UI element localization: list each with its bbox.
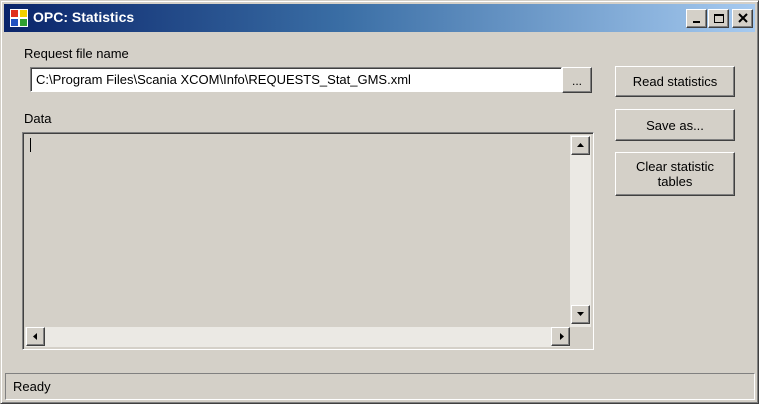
vertical-scrollbar[interactable] [570,135,591,327]
close-icon [738,13,748,23]
maximize-button[interactable] [708,9,729,28]
close-button[interactable] [732,9,753,28]
clear-statistic-tables-label: Clear statistic tables [635,159,715,189]
request-file-label: Request file name [24,46,129,61]
minimize-button[interactable] [686,9,707,28]
scrollbar-corner [570,327,591,347]
opc-app-icon [10,9,28,27]
arrow-left-icon [33,333,37,340]
status-text: Ready [13,379,51,394]
text-caret [30,138,31,152]
data-textarea[interactable] [22,132,594,350]
save-as-button[interactable]: Save as... [615,109,735,141]
scroll-up-button[interactable] [571,136,590,155]
horizontal-scrollbar[interactable] [25,327,570,347]
minimize-icon [693,21,700,23]
scroll-left-button[interactable] [26,327,45,346]
arrow-up-icon [577,143,584,147]
request-file-input[interactable]: C:\Program Files\Scania XCOM\Info\REQUES… [30,67,562,92]
scroll-down-button[interactable] [571,305,590,324]
window-title: OPC: Statistics [33,9,135,25]
arrow-right-icon [560,333,564,340]
arrow-down-icon [577,312,584,316]
maximize-icon [714,14,724,23]
scroll-right-button[interactable] [551,327,570,346]
title-bar[interactable]: OPC: Statistics [4,4,755,32]
read-statistics-button[interactable]: Read statistics [615,66,735,97]
clear-statistic-tables-button[interactable]: Clear statistic tables [615,152,735,196]
status-bar: Ready [5,373,755,400]
data-label: Data [24,111,52,126]
browse-button[interactable]: ... [562,67,592,93]
app-window: OPC: Statistics Request file name C:\Pro… [0,0,759,404]
